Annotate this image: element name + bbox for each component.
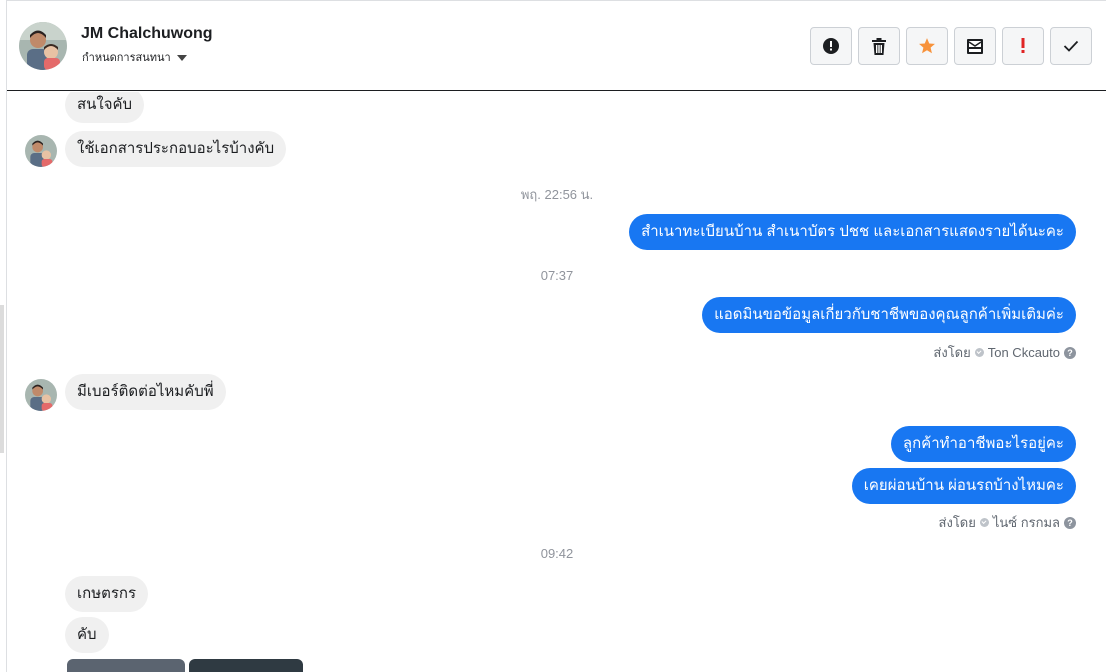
mark-done-button[interactable]: [1050, 27, 1092, 65]
sent-by-label: ส่งโดย: [938, 515, 976, 530]
outgoing-message: เคยผ่อนบ้าน ผ่อนรถบ้างไหมคะ: [851, 468, 1076, 504]
message-timestamp: 07:37: [540, 268, 574, 283]
contact-avatar[interactable]: [19, 22, 67, 70]
help-icon[interactable]: ?: [1064, 346, 1076, 359]
star-button[interactable]: [906, 27, 948, 65]
sender-avatar: [25, 135, 57, 167]
outgoing-message: ลูกค้าทำอาชีพอะไรอยู่คะ: [890, 426, 1076, 462]
outgoing-message: แอดมินขอข้อมูลเกี่ยวกับชาชีพของคุณลูกค้า…: [702, 297, 1076, 333]
message-thread[interactable]: สนใจคับ ใช้เอกสารประกอบอะไรบ้างคับ พฤ. 2…: [7, 92, 1106, 672]
conversation-header: JM Chalchuwong กำหนดการสนทนา: [7, 1, 1106, 91]
page-scrollbar[interactable]: [0, 305, 4, 453]
sent-by-name[interactable]: ไนซ์ กรกมล: [993, 512, 1060, 533]
verified-icon: [979, 518, 989, 527]
message-timestamp: 09:42: [540, 546, 574, 561]
exclamation-icon: [1021, 38, 1025, 53]
outgoing-message: สำเนาทะเบียนบ้าน สำเนาบัตร ปชช และเอกสาร…: [629, 214, 1076, 250]
assign-label: กำหนดการสนทนา: [82, 52, 171, 64]
help-icon[interactable]: ?: [1064, 516, 1076, 529]
incoming-message: ใช้เอกสารประกอบอะไรบ้างคับ: [65, 131, 287, 167]
image-attachment[interactable]: [189, 659, 303, 672]
conversation-panel: JM Chalchuwong กำหนดการสนทนา สนใจคับ ใช้…: [6, 0, 1106, 672]
contact-name[interactable]: JM Chalchuwong: [81, 25, 213, 43]
sent-by-label: ส่งโดย: [933, 345, 971, 360]
incoming-message: สนใจคับ: [65, 92, 145, 123]
delete-button[interactable]: [858, 27, 900, 65]
sender-avatar: [25, 379, 57, 411]
exclamation-circle-icon: [823, 38, 839, 54]
incoming-message: เกษตรกร: [65, 576, 149, 612]
assign-conversation-dropdown[interactable]: กำหนดการสนทนา: [82, 48, 187, 66]
message-timestamp: พฤ. 22:56 น.: [520, 187, 594, 202]
sent-by-info: ส่งโดย ไนซ์ กรกมล ?: [939, 512, 1076, 533]
report-spam-button[interactable]: [810, 27, 852, 65]
incoming-message: คับ: [65, 617, 109, 653]
archive-icon: [967, 38, 983, 54]
checkmark-icon: [1063, 40, 1079, 52]
incoming-message: มีเบอร์ติดต่อไหมคับพี่: [65, 374, 226, 410]
sent-by-name[interactable]: Ton Ckcauto: [988, 345, 1060, 360]
archive-button[interactable]: [954, 27, 996, 65]
star-icon: [919, 38, 935, 54]
image-attachment[interactable]: [67, 659, 185, 672]
trash-icon: [872, 37, 886, 55]
header-actions: [810, 27, 1092, 65]
sent-by-info: ส่งโดย Ton Ckcauto ?: [933, 342, 1076, 363]
chevron-down-icon: [176, 54, 187, 61]
verified-icon: [974, 348, 984, 357]
mark-important-button[interactable]: [1002, 27, 1044, 65]
